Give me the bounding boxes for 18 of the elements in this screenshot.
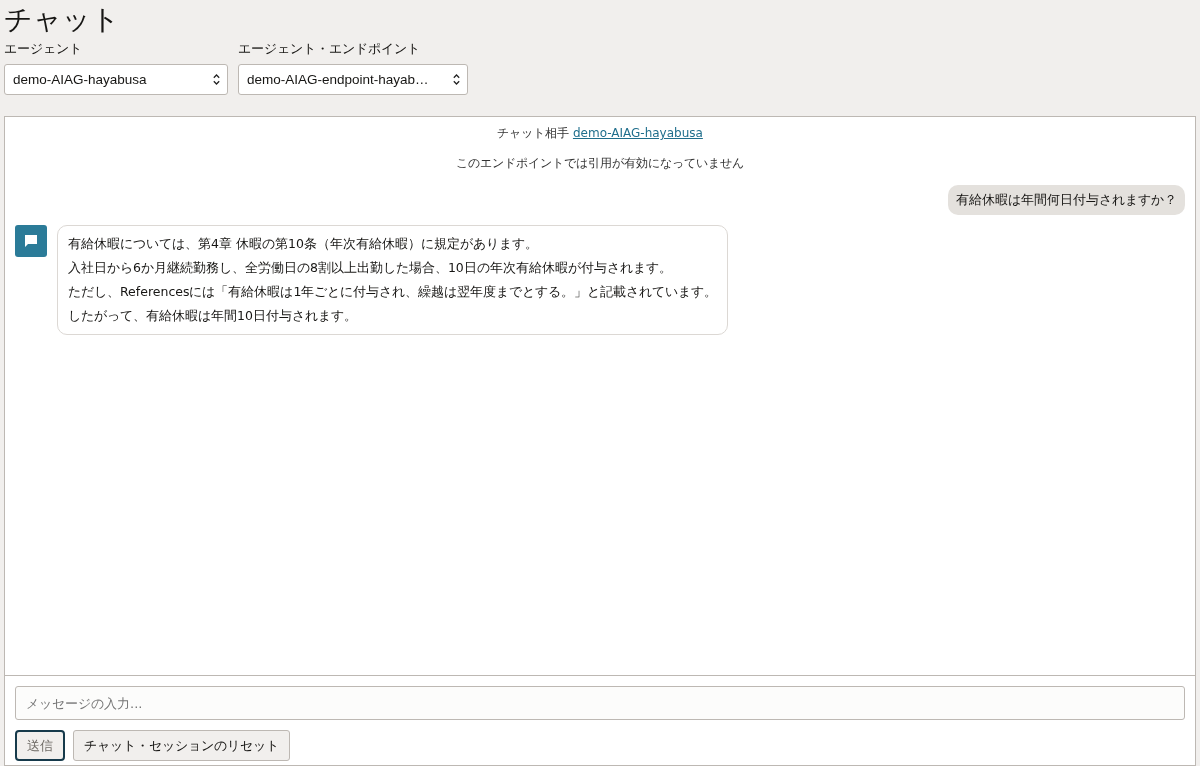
action-button[interactable]: チャット・セッションのリセット [73, 730, 290, 761]
chat-bubble-icon [15, 225, 47, 257]
updown-chevron-icon [212, 72, 221, 87]
dropdown[interactable]: demo-AIAG-hayabusa [4, 64, 228, 95]
dropdown[interactable]: demo-AIAG-endpoint-hayab… [238, 64, 468, 95]
message-line: 有給休暇については、第4章 休暇の第10条（年次有給休暇）に規定があります。 [68, 235, 539, 253]
field-label: エージェント [4, 40, 83, 58]
user-message-bubble: 有給休暇は年間何日付与されますか？ [948, 185, 1185, 215]
page-title: チャット [4, 4, 121, 36]
updown-chevron-icon [452, 72, 461, 87]
message-line: ただし、Referencesには「有給休暇は1年ごとに付与され、繰越は翌年度までとする。」と記載されています。 [68, 283, 718, 301]
message-line: したがって、有給休暇は年間10日付与されます。 [68, 307, 358, 325]
agent-link[interactable]: demo-AIAG-hayabusa [572, 126, 703, 140]
chat-with-text: チャット相手 demo-AIAG-hayabusa [496, 125, 704, 142]
citation-notice: このエンドポイントでは引用が有効になっていません [455, 155, 745, 172]
message-line: 入社日から6か月継続勤務し、全労働日の8割以上出勤した場合、10日の年次有給休暇が付与されます。 [68, 259, 673, 277]
message-input[interactable]: メッセージの入力... [15, 686, 1185, 720]
field-label: エージェント・エンドポイント [238, 40, 421, 58]
